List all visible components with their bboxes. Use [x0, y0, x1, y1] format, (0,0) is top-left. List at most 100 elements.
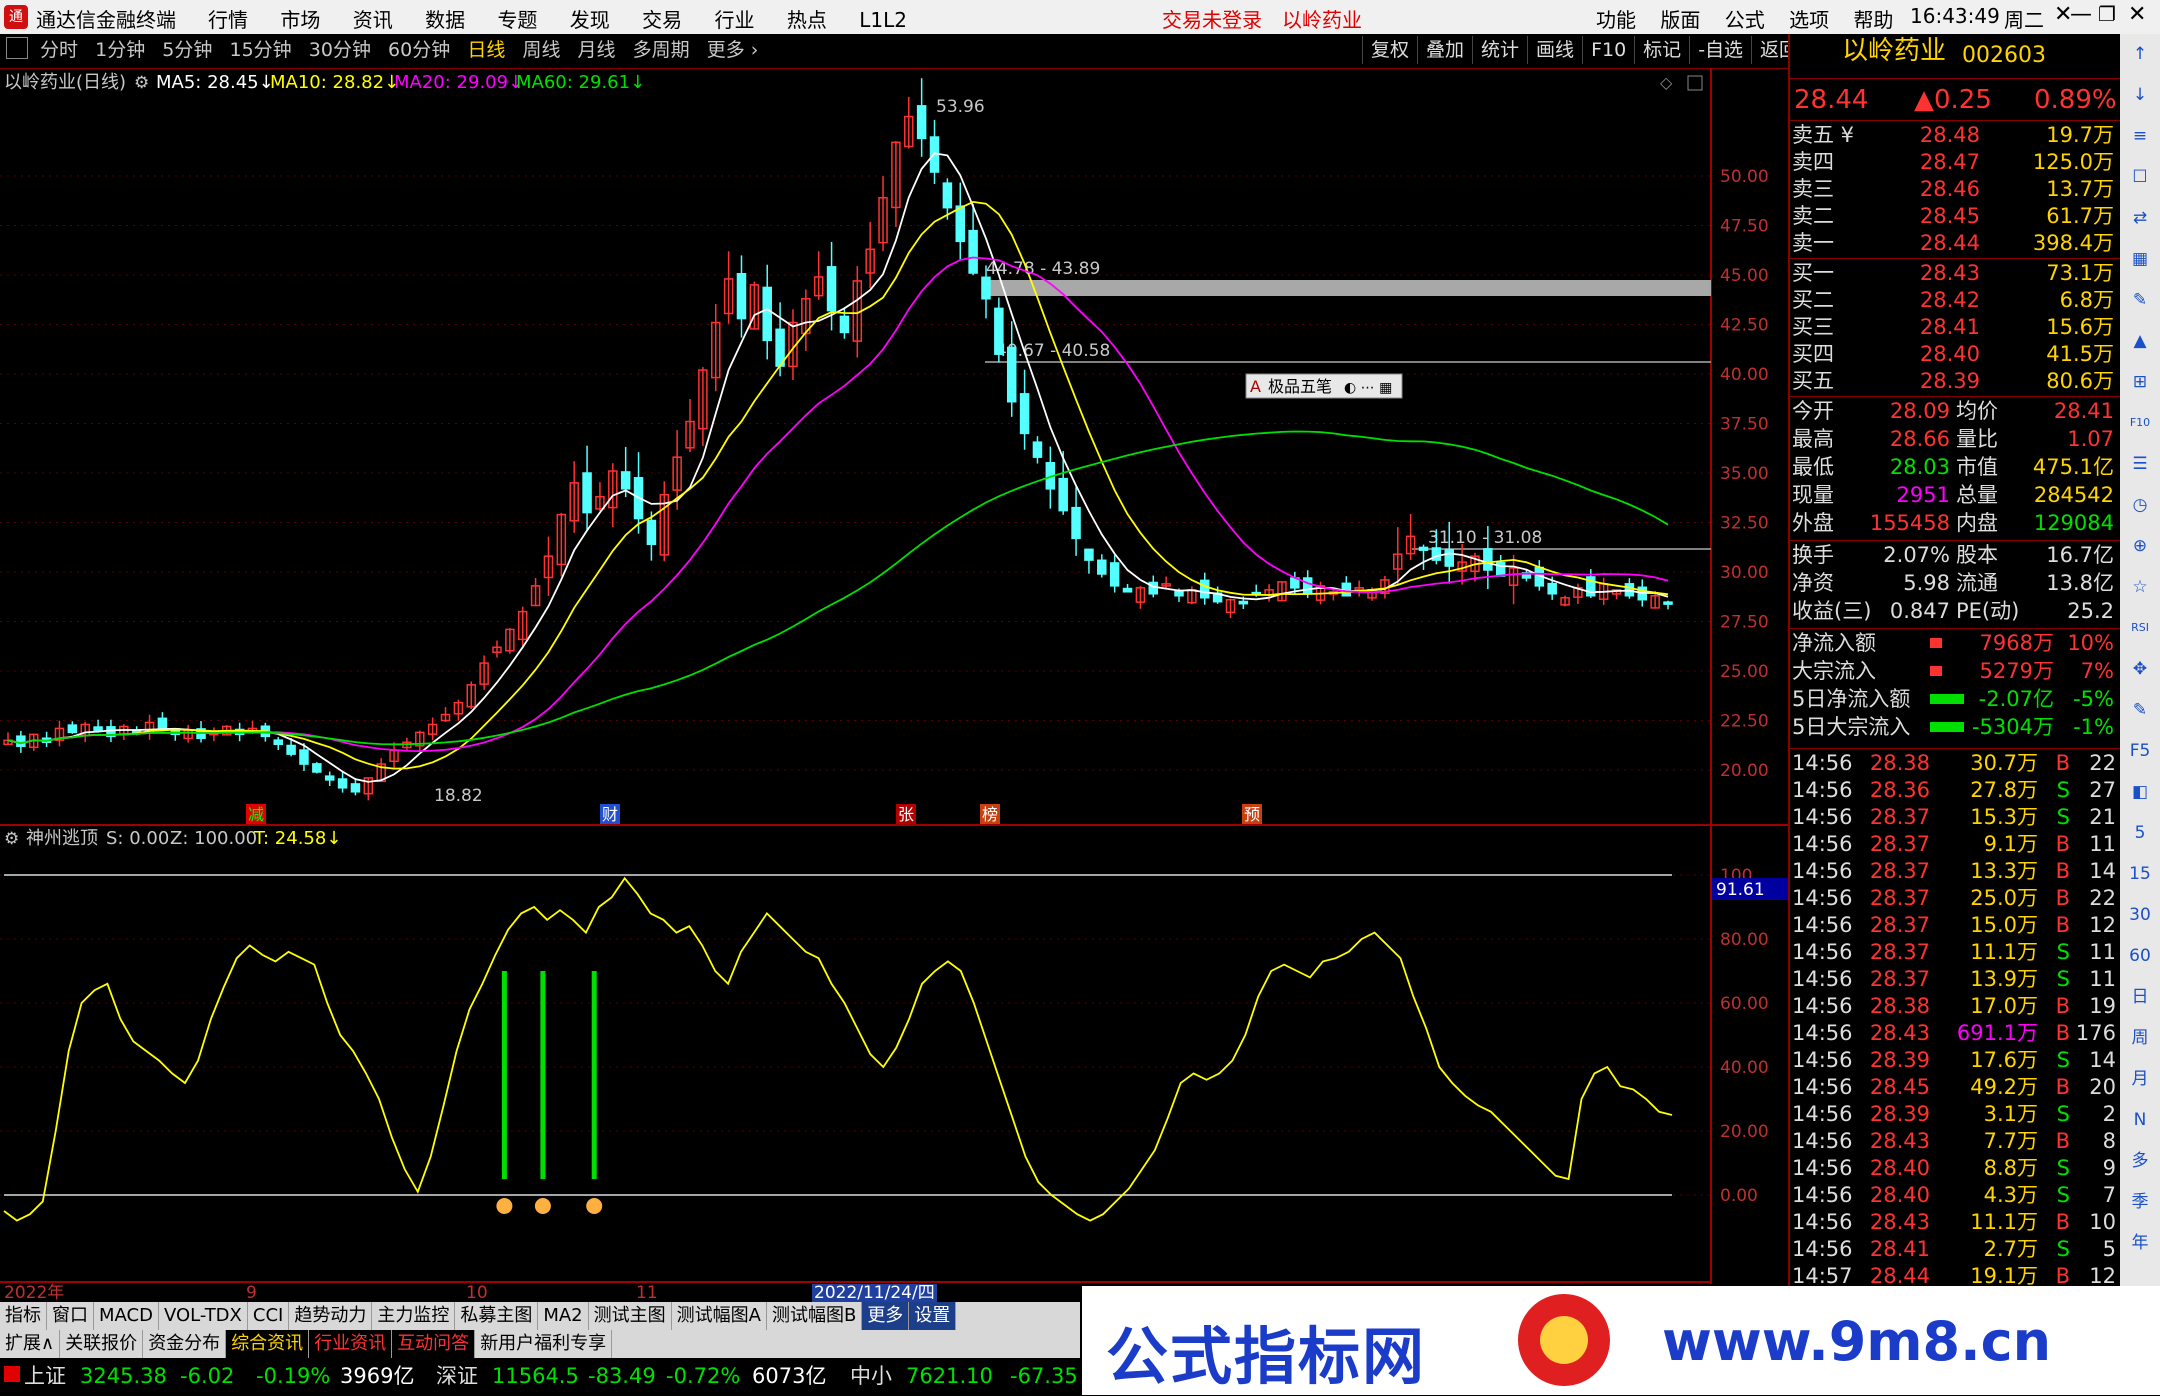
f10-button[interactable]: F10 — [1582, 36, 1634, 64]
side-tool-icon[interactable]: ✎ — [2126, 696, 2154, 724]
bottom-tab[interactable]: 设置 — [909, 1302, 957, 1330]
tab-period-1min[interactable]: 1分钟 — [89, 35, 151, 65]
trade-login-status[interactable]: 交易未登录 — [1162, 4, 1262, 33]
side-tool-icon[interactable]: RSI — [2126, 614, 2154, 642]
side-tool-icon[interactable]: ⊕ — [2126, 532, 2154, 560]
remove-watchlist-button[interactable]: -自选 — [1689, 36, 1751, 64]
settings-icon[interactable]: ⚙ — [134, 73, 149, 93]
menu-function[interactable]: 功能 — [1596, 8, 1636, 32]
side-tool-icon[interactable]: 季 — [2126, 1188, 2154, 1216]
tab-period-monthly[interactable]: 月线 — [572, 35, 622, 65]
menu-item[interactable]: 发现 — [570, 8, 610, 32]
tab-period-60min[interactable]: 60分钟 — [382, 35, 456, 65]
side-tool-icon[interactable]: ◧ — [2126, 778, 2154, 806]
bottom-tab[interactable]: 互动问答 — [392, 1330, 476, 1358]
bottom-tab[interactable]: 趋势动力 — [289, 1302, 373, 1330]
ime-toolbar[interactable]: A 极品五笔 ◐ ⋯ ▦ — [1245, 373, 1403, 399]
restore-icon[interactable]: ❐ — [2098, 2, 2116, 26]
side-tool-icon[interactable]: 15 — [2126, 860, 2154, 888]
event-marker[interactable]: 榜 — [982, 805, 998, 824]
bottom-tab[interactable]: 测试幅图A — [672, 1302, 767, 1330]
bottom-tab[interactable]: 主力监控 — [372, 1302, 456, 1330]
menu-item[interactable]: L1L2 — [859, 8, 907, 32]
side-tool-icon[interactable]: 5 — [2126, 819, 2154, 847]
kline-chart[interactable]: 以岭药业(日线) ⚙ MA5: 28.45↓ MA10: 28.82↓ MA20… — [0, 68, 1788, 1284]
side-tool-icon[interactable]: ☰ — [2126, 450, 2154, 478]
bottom-tab[interactable]: 更多 — [862, 1302, 910, 1330]
draw-line-button[interactable]: 画线 — [1527, 36, 1582, 64]
bottom-tab[interactable]: 指标 — [0, 1302, 47, 1330]
side-tool-icon[interactable]: 年 — [2126, 1229, 2154, 1257]
bottom-tab[interactable]: 扩展∧ — [0, 1330, 61, 1358]
menu-layout[interactable]: 版面 — [1660, 8, 1700, 32]
bottom-tab[interactable]: 综合资讯 — [226, 1330, 310, 1358]
side-tool-icon[interactable]: ▲ — [2126, 327, 2154, 355]
side-tool-icon[interactable]: 日 — [2126, 983, 2154, 1011]
side-tool-icon[interactable]: F10 — [2126, 409, 2154, 437]
index-name[interactable]: 中小 — [850, 1358, 892, 1395]
index-name[interactable]: 深证 — [436, 1358, 478, 1395]
menu-item[interactable]: 市场 — [280, 8, 320, 32]
side-tool-icon[interactable]: ☐ — [2126, 163, 2154, 191]
tab-period-daily[interactable]: 日线 — [461, 35, 511, 65]
tab-period-weekly[interactable]: 周线 — [516, 35, 566, 65]
tab-period-15min[interactable]: 15分钟 — [223, 35, 297, 65]
side-tool-icon[interactable]: 60 — [2126, 942, 2154, 970]
menu-item[interactable]: 专题 — [497, 8, 537, 32]
tab-period-5min[interactable]: 5分钟 — [156, 35, 218, 65]
side-tool-icon[interactable]: ↓ — [2126, 81, 2154, 109]
side-tool-icon[interactable]: ✥ — [2126, 655, 2154, 683]
event-marker[interactable]: 张 — [898, 805, 914, 824]
side-tool-icon[interactable]: ↑ — [2126, 40, 2154, 68]
side-tool-icon[interactable]: 月 — [2126, 1065, 2154, 1093]
side-tool-icon[interactable]: ⇄ — [2126, 204, 2154, 232]
tab-period-30min[interactable]: 30分钟 — [303, 35, 377, 65]
index-name[interactable]: 上证 — [24, 1358, 66, 1395]
menu-help[interactable]: 帮助 — [1853, 8, 1893, 32]
menu-options[interactable]: 选项 — [1789, 8, 1829, 32]
side-tool-icon[interactable]: ☆ — [2126, 573, 2154, 601]
event-marker[interactable]: 减 — [248, 805, 264, 824]
mark-button[interactable]: 标记 — [1634, 36, 1689, 64]
tab-period-more[interactable]: 更多 › — [701, 35, 765, 65]
side-tool-icon[interactable]: F5 — [2126, 737, 2154, 765]
menu-item[interactable]: 数据 — [425, 8, 465, 32]
chart-window-icon[interactable] — [1687, 75, 1703, 91]
side-tool-icon[interactable]: ≡ — [2126, 122, 2154, 150]
event-marker[interactable]: 预 — [1244, 805, 1260, 824]
panel-toggle-icon[interactable] — [6, 37, 28, 59]
side-tool-icon[interactable]: ⊞ — [2126, 368, 2154, 396]
menu-item[interactable]: 行业 — [715, 8, 755, 32]
bottom-tab[interactable]: 资金分布 — [143, 1330, 227, 1358]
bottom-tab[interactable]: VOL-TDX — [159, 1302, 248, 1330]
close-icon[interactable]: ✕ — [2128, 2, 2146, 27]
menu-item[interactable]: 行情 — [208, 8, 248, 32]
menu-item[interactable]: 资讯 — [353, 8, 393, 32]
side-tool-icon[interactable]: ✎ — [2126, 286, 2154, 314]
ime-a-icon[interactable]: A — [1250, 377, 1261, 396]
bottom-tab[interactable]: 行业资讯 — [309, 1330, 393, 1358]
side-tool-icon[interactable]: 多 — [2126, 1147, 2154, 1175]
bottom-tab[interactable]: 测试主图 — [589, 1302, 672, 1330]
bottom-tab[interactable]: 新用户福利专享 — [475, 1330, 613, 1358]
event-marker[interactable]: 财 — [602, 805, 618, 824]
bottom-tab[interactable]: 测试幅图B — [767, 1302, 863, 1330]
bottom-tab[interactable]: MA2 — [538, 1302, 589, 1330]
menu-item[interactable]: 热点 — [787, 8, 827, 32]
ime-moon-icon[interactable]: ◐ ⋯ ▦ — [1344, 380, 1392, 396]
bottom-tab[interactable]: 关联报价 — [60, 1330, 144, 1358]
restore-rights-button[interactable]: 复权 — [1362, 36, 1417, 64]
bottom-tab[interactable]: MACD — [94, 1302, 159, 1330]
overlay-button[interactable]: 叠加 — [1417, 36, 1472, 64]
bottom-tab[interactable]: 窗口 — [47, 1302, 94, 1330]
side-tool-icon[interactable]: ▦ — [2126, 245, 2154, 273]
settings-icon[interactable]: ⚙ — [4, 829, 19, 849]
menu-formula[interactable]: 公式 — [1725, 8, 1765, 32]
side-tool-icon[interactable]: 30 — [2126, 901, 2154, 929]
tab-period-multi[interactable]: 多周期 — [627, 35, 696, 65]
bottom-tab[interactable]: CCI — [248, 1302, 290, 1330]
side-tool-icon[interactable]: 周 — [2126, 1024, 2154, 1052]
side-tool-icon[interactable]: ◷ — [2126, 491, 2154, 519]
chart-diamond-icon[interactable]: ◇ — [1660, 73, 1673, 92]
statistics-button[interactable]: 统计 — [1472, 36, 1527, 64]
